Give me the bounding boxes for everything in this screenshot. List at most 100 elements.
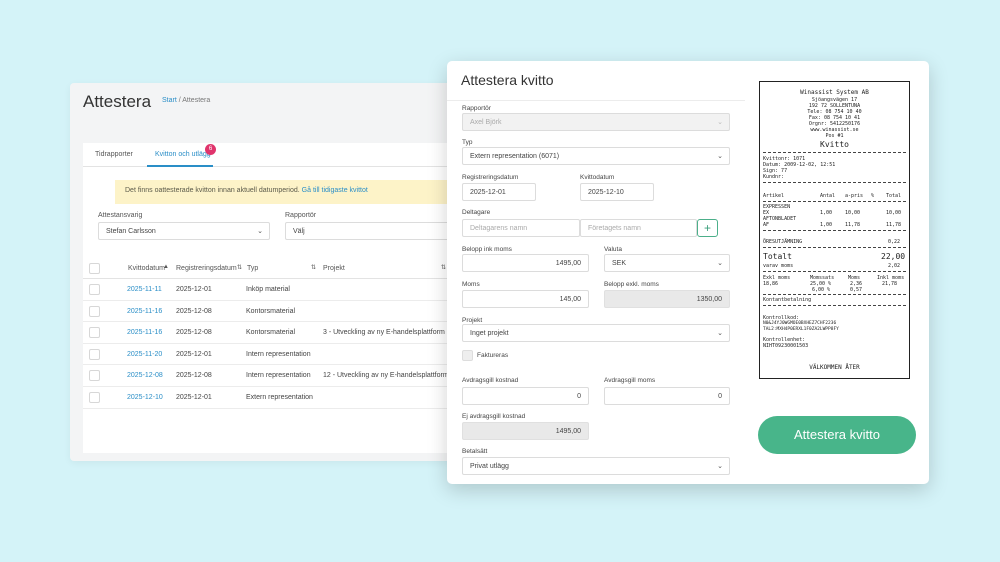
type-cell: Inköp material <box>246 286 290 293</box>
currency-select[interactable]: SEK ⌄ <box>604 254 730 272</box>
payment-label: Betalsätt <box>462 448 488 455</box>
table-row[interactable]: 2025-11-20 2025-12-01 Intern representat… <box>83 344 470 366</box>
receipt-item-qty: 1,00 <box>820 210 833 216</box>
receipt-divider <box>763 294 906 295</box>
receipt-footer: VÄLKOMMEN ÅTER <box>809 364 860 371</box>
reporter-value: Axel Björk <box>470 119 502 126</box>
participant-name-input[interactable]: Deltagarens namn <box>462 219 580 237</box>
receipt-col: Total <box>886 193 902 199</box>
select-all-checkbox[interactable] <box>89 263 100 274</box>
reporter-filter-label: Rapportör <box>285 212 317 219</box>
receipt-date-label: Kvittodatum <box>580 174 615 181</box>
row-checkbox[interactable] <box>89 348 100 360</box>
reg-date-cell: 2025-12-08 <box>176 372 212 380</box>
row-checkbox[interactable] <box>89 370 100 382</box>
reg-date-cell: 2025-12-01 <box>176 286 212 293</box>
receipt-date-link[interactable]: 2025-11-11 <box>127 286 162 293</box>
receipt-date-input[interactable]: 2025-12-10 <box>580 183 654 201</box>
reg-date-cell: 2025-12-01 <box>176 350 212 358</box>
receipt-header-line: Pos #1 <box>825 133 844 139</box>
sort-icon[interactable]: ⇅ <box>441 264 446 271</box>
attestant-value: Stefan Carlsson <box>106 228 156 235</box>
project-select[interactable]: Inget projekt ⌄ <box>462 324 730 342</box>
attest-page-window: Attestera Start / Attestera Tidrapporter… <box>70 83 470 461</box>
receipt-vat-line-value: 2,02 <box>888 263 901 269</box>
project-cell: 3 - Utveckling av ny E-handelsplattform <box>323 329 445 337</box>
attest-receipt-modal: Attestera kvitto Rapportör Axel Björk ⌄ … <box>447 61 929 484</box>
amount-label: Belopp ink moms <box>462 246 512 253</box>
receipt-meta: Kundnr: <box>763 174 785 180</box>
type-select[interactable]: Extern representation (6071) ⌄ <box>462 147 730 165</box>
project-label: Projekt <box>462 317 483 324</box>
receipt-divider <box>763 152 906 153</box>
reporter-label: Rapportör <box>462 105 491 112</box>
warning-alert: Det finns oattesterade kvitton innan akt… <box>115 180 470 204</box>
row-checkbox[interactable] <box>89 305 100 317</box>
tab-time-reports[interactable]: Tidrapporter <box>95 151 133 158</box>
deductible-cost-input[interactable]: 0 <box>462 387 589 405</box>
company-name-input[interactable]: Företagets namn <box>580 219 697 237</box>
receipt-item-qty: 1,00 <box>820 222 833 228</box>
receipt-col: a-pris <box>845 193 864 199</box>
deductible-vat-input[interactable]: 0 <box>604 387 730 405</box>
table-row[interactable]: 2025-11-16 2025-12-08 Kontorsmaterial <box>83 301 470 323</box>
breadcrumb-start-link[interactable]: Start <box>162 97 177 104</box>
reporter-field: Axel Björk ⌄ <box>462 113 730 131</box>
col-project[interactable]: Projekt <box>323 265 345 272</box>
table-row[interactable]: 2025-12-10 2025-12-01 Extern representat… <box>83 387 470 409</box>
reg-date-input[interactable]: 2025-12-01 <box>462 183 536 201</box>
receipt-date-link[interactable]: 2025-11-16 <box>127 329 162 336</box>
receipt-col: % <box>871 193 875 199</box>
attestant-select[interactable]: Stefan Carlsson ⌄ <box>98 222 270 240</box>
attestant-label: Attestansvarig <box>98 212 143 219</box>
receipt-vat-cell: 0,57 <box>850 287 863 293</box>
invoiced-checkbox[interactable] <box>462 350 473 361</box>
receipt-col: Antal <box>820 193 836 199</box>
alert-link[interactable]: Gå till tidigaste kvittot <box>302 187 368 194</box>
reg-date-label: Registreringsdatum <box>462 174 519 181</box>
sort-icon[interactable]: ⇅ <box>237 264 242 271</box>
approve-receipt-button[interactable]: Attestera kvitto <box>758 416 916 454</box>
row-checkbox[interactable] <box>89 392 100 403</box>
receipt-date-link[interactable]: 2025-11-20 <box>127 351 162 358</box>
reporter-filter-value: Välj <box>293 228 305 235</box>
table-row[interactable]: 2025-12-08 2025-12-08 Intern representat… <box>83 365 470 387</box>
receipt-item-total: 11,78 <box>886 222 902 228</box>
receipt-date-link[interactable]: 2025-11-16 <box>127 308 162 315</box>
receipt-date-link[interactable]: 2025-12-08 <box>127 372 163 379</box>
row-checkbox[interactable] <box>89 284 100 295</box>
vat-input[interactable]: 145,00 <box>462 290 589 308</box>
receipt-rounding-value: 0,22 <box>888 239 901 245</box>
deductible-cost-label: Avdragsgill kostnad <box>462 377 519 384</box>
sort-icon[interactable]: ⇅ <box>311 264 316 271</box>
reporter-filter-select[interactable]: Välj <box>285 222 470 240</box>
page-header: Attestera Start / Attestera <box>70 83 470 138</box>
table-row[interactable]: 2025-11-11 2025-12-01 Inköp material <box>83 279 470 301</box>
receipt-item-total: 10,00 <box>886 210 902 216</box>
receipts-card: Tidrapporter Kvitton och utlägg 6 Det fi… <box>83 143 470 453</box>
active-tab-indicator <box>147 165 213 167</box>
payment-select[interactable]: Privat utlägg ⌄ <box>462 457 730 475</box>
sort-up-icon[interactable]: ▲ <box>163 264 169 270</box>
amount-input[interactable]: 1495,00 <box>462 254 589 272</box>
chevron-down-icon: ⌄ <box>717 119 723 126</box>
row-checkbox[interactable] <box>89 327 100 339</box>
receipt-divider <box>763 305 906 306</box>
receipt-date-link[interactable]: 2025-12-10 <box>127 394 163 401</box>
alert-text: Det finns oattesterade kvitton innan akt… <box>125 187 300 194</box>
col-type[interactable]: Typ <box>247 265 258 272</box>
table-row[interactable]: 2025-11-16 2025-12-08 Kontorsmaterial 3 … <box>83 322 470 344</box>
receipt-divider <box>763 230 906 231</box>
type-cell: Kontorsmaterial <box>246 307 296 315</box>
receipt-vat-cell: 18,86 <box>763 281 779 287</box>
receipt-company: Winassist System AB <box>800 89 869 96</box>
receipt-divider <box>763 182 906 183</box>
deductible-vat-label: Avdragsgill moms <box>604 377 656 384</box>
col-receipt-date[interactable]: Kvittodatum <box>128 265 165 272</box>
receipt-image: Winassist System AB Sjöangsvägen 17 192 … <box>759 81 910 379</box>
project-cell: 12 - Utveckling av ny E-handelsplattform <box>323 372 449 380</box>
tab-receipts[interactable]: Kvitton och utlägg <box>155 151 211 158</box>
receipt-col: Artikel <box>763 193 785 199</box>
add-participant-button[interactable]: + <box>697 219 718 237</box>
col-reg-date[interactable]: Registreringsdatum <box>176 265 237 272</box>
